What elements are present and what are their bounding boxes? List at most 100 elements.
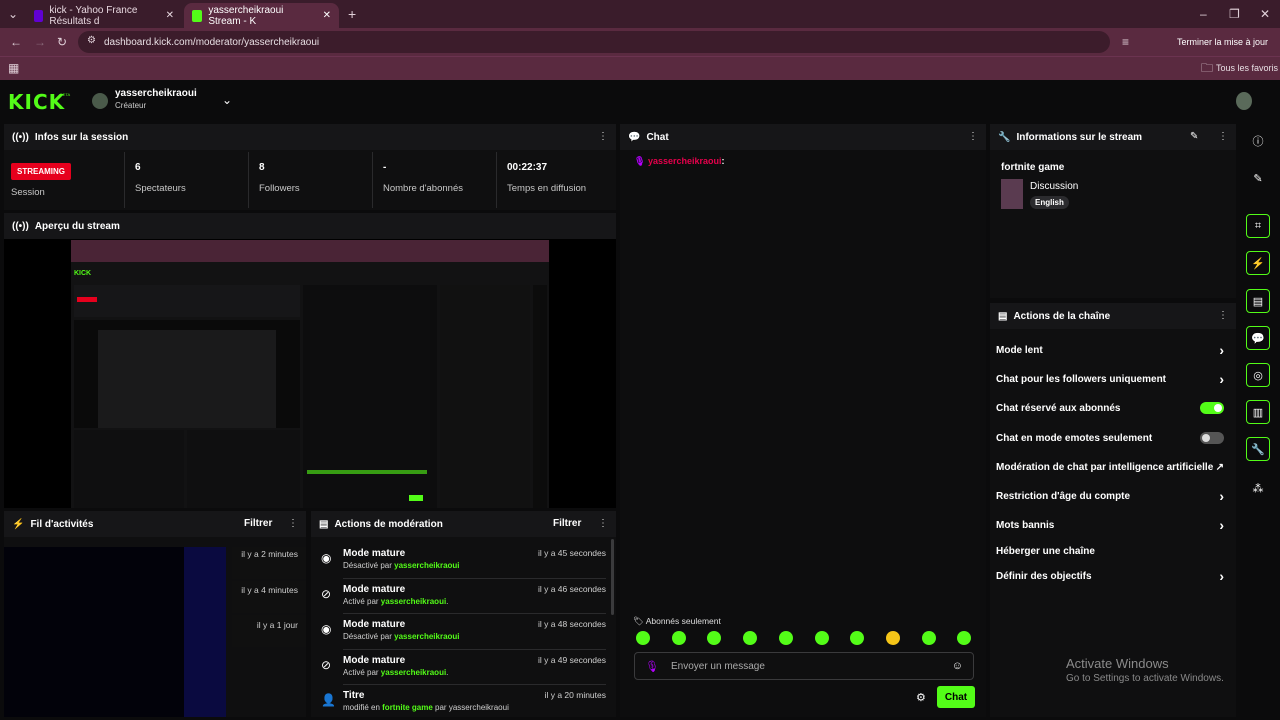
emote-button[interactable]	[779, 631, 793, 645]
stream-info-menu-icon[interactable]: ⋮	[1218, 131, 1228, 142]
mic-icon: 🎙	[645, 660, 659, 673]
site-info-icon[interactable]: ⚙	[87, 36, 96, 46]
layout-icon[interactable]: ▥	[1246, 400, 1270, 424]
category-name: Discussion	[1030, 181, 1079, 192]
table-row[interactable]: ⊘ Mode mature Activé par yassercheikraou…	[311, 584, 616, 620]
category-thumbnail	[1001, 179, 1023, 209]
stream-video[interactable]: KICK	[71, 240, 549, 508]
activity-time: il y a 2 minutes	[241, 549, 298, 559]
close-icon[interactable]: ✕	[323, 10, 331, 21]
subscribers-only-label: 🏷 Abonnés seulement	[633, 616, 721, 626]
blue-glow	[184, 547, 226, 717]
stream-info-title: Informations sur le stream	[1016, 131, 1143, 143]
all-bookmarks-link[interactable]: Tous les favoris	[1216, 63, 1278, 73]
emote-button[interactable]	[707, 631, 721, 645]
address-bar[interactable]: ⚙ dashboard.kick.com/moderator/yasserche…	[78, 31, 1110, 53]
user-avatar	[92, 93, 108, 109]
emote-button[interactable]	[886, 631, 900, 645]
emotes-only-item[interactable]: Chat en mode emotes seulement	[996, 429, 1224, 447]
ai-moderation-item[interactable]: Modération de chat par intelligence arti…	[996, 458, 1224, 476]
tab-search-icon[interactable]: ⌄	[8, 8, 18, 20]
scrollbar[interactable]	[611, 539, 614, 615]
activity-menu-icon[interactable]: ⋮	[288, 518, 298, 529]
reading-list-icon[interactable]: ≡	[1122, 36, 1129, 48]
clipboard-icon[interactable]: ▤	[1246, 289, 1270, 313]
age-restriction-item[interactable]: Restriction d'âge du compte ›	[996, 487, 1224, 505]
new-tab-button[interactable]: +	[348, 7, 356, 21]
add-widget-icon[interactable]: ⁂	[1246, 476, 1270, 500]
mod-action-detail: Désactivé par yassercheikraoui	[343, 632, 460, 641]
reload-icon[interactable]: ↻	[57, 36, 67, 48]
chat-menu-icon[interactable]: ⋮	[968, 131, 978, 142]
broadcast-icon[interactable]: ◎	[1246, 363, 1270, 387]
mini-browser-chrome	[71, 240, 549, 262]
row-divider	[343, 578, 606, 579]
channel-switch-chevron-icon[interactable]: ⌄	[222, 93, 232, 107]
update-button[interactable]: Terminer la mise à jour	[1171, 33, 1275, 51]
kick-logo[interactable]: KICK	[8, 90, 65, 114]
info-icon[interactable]: ⓘ	[1246, 129, 1270, 153]
edit-icon[interactable]: ✎	[1190, 131, 1198, 142]
account-avatar[interactable]	[1236, 92, 1252, 110]
subscribers-only-item[interactable]: Chat réservé aux abonnés	[996, 399, 1224, 417]
minimize-icon[interactable]: –	[1200, 8, 1207, 20]
apps-icon[interactable]: ▦	[8, 62, 19, 74]
emote-button[interactable]	[636, 631, 650, 645]
chevron-right-icon: ›	[1219, 517, 1224, 533]
yahoo-favicon	[34, 9, 44, 22]
slow-mode-item[interactable]: Mode lent ›	[996, 341, 1224, 359]
edit-icon[interactable]: ✎	[1246, 166, 1270, 190]
emote-button[interactable]	[850, 631, 864, 645]
subscribers-only-toggle[interactable]	[1200, 402, 1224, 414]
kick-favicon	[192, 9, 203, 22]
chat-settings-icon[interactable]: ⚙	[916, 691, 926, 704]
mod-action-title: Mode mature	[343, 655, 406, 666]
list-item[interactable]: il y a 1 jour	[232, 615, 306, 647]
moderation-filter-button[interactable]: Filtrer	[553, 518, 581, 529]
channel-actions-menu-icon[interactable]: ⋮	[1218, 310, 1228, 321]
emote-button[interactable]	[672, 631, 686, 645]
emote-button[interactable]	[922, 631, 936, 645]
list-item[interactable]: il y a 2 minutes	[232, 547, 306, 579]
header-role: Créateur	[115, 101, 147, 110]
activity-filter-button[interactable]: Filtrer	[244, 518, 272, 529]
tab-yahoo[interactable]: kick - Yahoo France Résultats d ✕	[26, 3, 182, 28]
broadcast-icon: ((•))	[12, 131, 29, 143]
wrench-icon[interactable]: 🔧	[1246, 437, 1270, 461]
clip-icon[interactable]: ⌗	[1246, 214, 1270, 238]
emote-button[interactable]	[743, 631, 757, 645]
set-goals-item[interactable]: Définir des objectifs ›	[996, 567, 1224, 585]
maximize-icon[interactable]: ❐	[1229, 8, 1240, 20]
chat-input[interactable]: 🎙 Envoyer un message ☺	[634, 652, 974, 680]
table-row[interactable]: 👤 Titre modifié en fortnite game par yas…	[311, 690, 616, 717]
chat-bubble-icon[interactable]: 💬	[1246, 326, 1270, 350]
emote-button[interactable]	[957, 631, 971, 645]
emote-button[interactable]	[815, 631, 829, 645]
mod-action-time: il y a 20 minutes	[544, 690, 606, 700]
host-channel-item[interactable]: Héberger une chaîne	[996, 542, 1224, 560]
session-menu-icon[interactable]: ⋮	[598, 131, 608, 142]
lightning-icon[interactable]: ⚡	[1246, 251, 1270, 275]
forward-icon[interactable]: →	[34, 36, 46, 48]
chevron-right-icon: ›	[1219, 568, 1224, 584]
emoji-icon[interactable]: ☺	[952, 660, 963, 672]
window-close-icon[interactable]: ✕	[1260, 8, 1270, 20]
followers-only-item[interactable]: Chat pour les followers uniquement ›	[996, 370, 1224, 388]
chat-message-user[interactable]: yassercheikraoui	[648, 156, 722, 166]
close-icon[interactable]: ✕	[166, 10, 174, 21]
eye-off-icon: ⊘	[321, 587, 332, 601]
chat-send-button[interactable]: Chat	[937, 686, 975, 708]
tab-kick[interactable]: yassercheikraoui Stream - K ✕	[184, 3, 339, 28]
list-item[interactable]: il y a 4 minutes	[232, 581, 306, 613]
moderation-menu-icon[interactable]: ⋮	[598, 518, 608, 529]
emotes-only-toggle[interactable]	[1200, 432, 1224, 444]
viewers-count: 6	[135, 162, 141, 173]
folder-icon: 🗀	[1201, 61, 1214, 75]
followers-count: 8	[259, 162, 265, 173]
back-icon[interactable]: ←	[10, 36, 22, 48]
banned-words-item[interactable]: Mots bannis ›	[996, 516, 1224, 534]
status-badge: STREAMING	[11, 161, 71, 180]
table-row[interactable]: ⊘ Mode mature Activé par yassercheikraou…	[311, 655, 616, 691]
user-edit-icon: 👤	[321, 693, 336, 707]
mini-stream-info	[440, 285, 530, 508]
